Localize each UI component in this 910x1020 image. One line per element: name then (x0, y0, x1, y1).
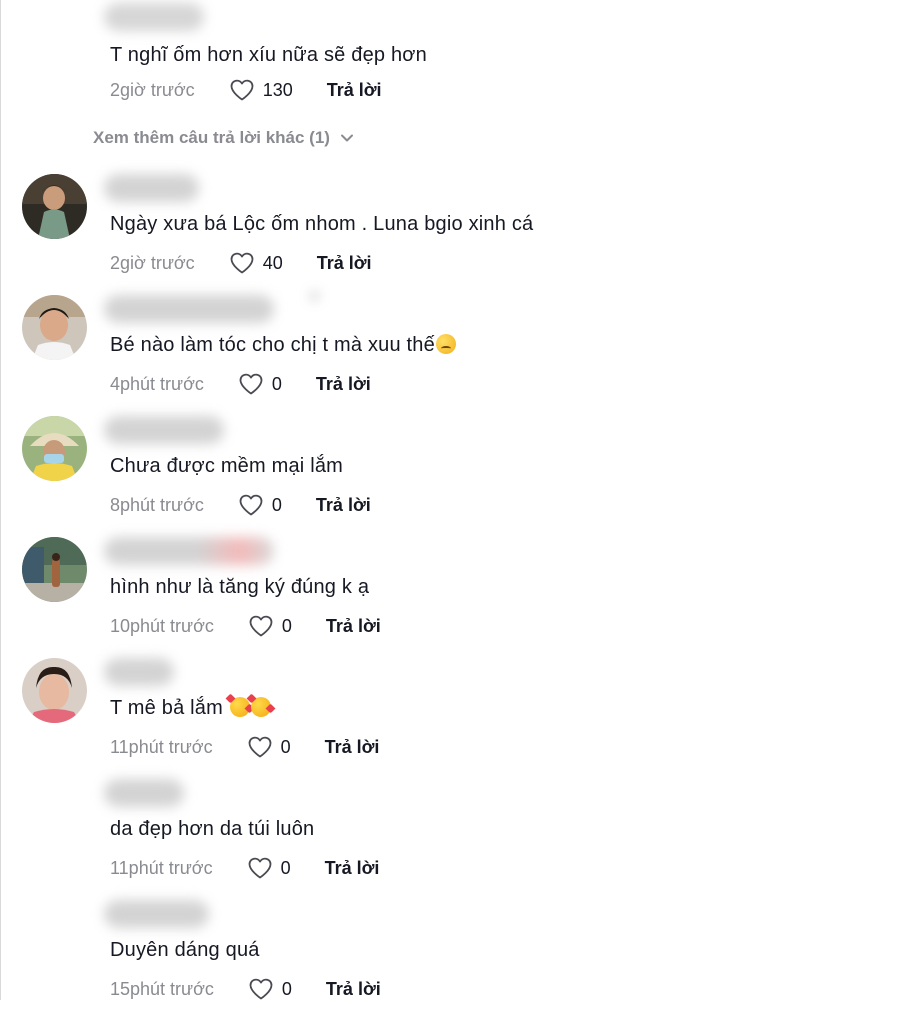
like-count: 40 (262, 252, 283, 273)
comment-time: 2giờ trước (110, 252, 195, 273)
chevron-down-icon[interactable] (330, 128, 354, 148)
username-blurred[interactable] (104, 900, 209, 928)
comment-item: Ngày xưa bá Lộc ốm nhom . Luna bgio xinh… (0, 174, 910, 294)
like-button[interactable]: 130 (229, 78, 293, 102)
view-more-replies-button[interactable]: Xem thêm câu trả lời khác (1) (93, 128, 354, 148)
comment-text: da đẹp hơn da túi luôn (110, 818, 315, 840)
comment-text: Duyên dáng quá (110, 939, 260, 961)
username-blurred[interactable] (104, 416, 224, 444)
comment-item: da đẹp hơn da túi luôn 11phút trước 0 Tr… (0, 779, 910, 899)
comment-item: T mê bả lắm 11phút trước 0 Trả lời (0, 658, 910, 778)
comment-meta: 8phút trước 0 Trả lời (110, 493, 371, 517)
reply-button[interactable]: Trả lời (317, 253, 372, 274)
view-more-replies-label: Xem thêm câu trả lời khác (1) (93, 128, 330, 147)
comment-meta: 15phút trước 0 Trả lời (110, 977, 381, 1001)
comment-item: T nghĩ ốm hơn xíu nữa sẽ đẹp hơn 2giờ tr… (0, 3, 910, 123)
reply-button[interactable]: Trả lời (325, 858, 380, 879)
comment-meta: 11phút trước 0 Trả lời (110, 735, 379, 759)
like-button[interactable]: 0 (248, 977, 292, 1001)
comment-meta: 10phút trước 0 Trả lời (110, 614, 381, 638)
comment-text: Bé nào làm tóc cho chị t mà xuu thế (110, 333, 456, 357)
heart-outline-icon[interactable] (238, 493, 264, 517)
heart-outline-icon[interactable] (247, 735, 273, 759)
heart-outline-icon[interactable] (238, 372, 264, 396)
comment-text: hình như là tăng ký đúng k ạ (110, 576, 370, 598)
like-button[interactable]: 0 (238, 493, 282, 517)
avatar[interactable] (22, 295, 87, 360)
like-count: 0 (271, 494, 282, 515)
username-blurred[interactable] (104, 3, 204, 31)
comment-item: Bé nào làm tóc cho chị t mà xuu thế 4phú… (0, 292, 910, 415)
like-button[interactable]: 0 (248, 614, 292, 638)
avatar[interactable] (22, 174, 87, 239)
like-count: 0 (280, 736, 291, 757)
like-button[interactable]: 40 (229, 251, 283, 275)
comment-time: 8phút trước (110, 494, 204, 515)
like-count: 0 (271, 373, 282, 394)
comment-text: Ngày xưa bá Lộc ốm nhom . Luna bgio xinh… (110, 213, 534, 235)
reply-button[interactable]: Trả lời (316, 495, 371, 516)
comment-meta: 2giờ trước 40 Trả lời (110, 251, 372, 275)
heart-outline-icon[interactable] (229, 251, 255, 275)
avatar[interactable] (22, 416, 87, 481)
username-blurred[interactable] (104, 537, 274, 565)
comment-item: Chưa được mềm mại lắm 8phút trước 0 Trả … (0, 416, 910, 536)
like-count: 0 (280, 857, 291, 878)
reply-button[interactable]: Trả lời (325, 737, 380, 758)
comment-text-content: T mê bả lắm (110, 697, 229, 719)
reply-button[interactable]: Trả lời (326, 979, 381, 1000)
comment-meta: 11phút trước 0 Trả lời (110, 856, 379, 880)
comment-time: 10phút trước (110, 615, 214, 636)
username-blurred[interactable] (104, 174, 199, 202)
comment-meta: 2giờ trước 130 Trả lời (110, 78, 382, 102)
comment-text: T mê bả lắm (110, 696, 271, 720)
avatar[interactable] (22, 537, 87, 602)
comment-time: 11phút trước (110, 857, 213, 878)
heart-outline-icon[interactable] (229, 78, 255, 102)
username-blurred[interactable] (104, 658, 174, 686)
comment-item: Duyên dáng quá 15phút trước 0 Trả lời (0, 900, 910, 1020)
smiling-face-with-hearts-emoji (229, 697, 250, 717)
username-blurred[interactable] (104, 292, 318, 323)
smiling-face-with-hearts-emoji (250, 697, 271, 717)
like-count: 0 (281, 978, 292, 999)
comment-text: T nghĩ ốm hơn xíu nữa sẽ đẹp hơn (110, 44, 427, 66)
like-count: 0 (281, 615, 292, 636)
username-blurred[interactable] (104, 779, 184, 807)
comment-text: Chưa được mềm mại lắm (110, 455, 344, 477)
sad-face-emoji (435, 334, 456, 354)
reply-button[interactable]: Trả lời (316, 374, 371, 395)
comment-text-content: Bé nào làm tóc cho chị t mà xuu thế (110, 334, 435, 356)
reply-button[interactable]: Trả lời (327, 80, 382, 101)
comment-meta: 4phút trước 0 Trả lời (110, 372, 371, 396)
heart-outline-icon[interactable] (247, 856, 273, 880)
reply-button[interactable]: Trả lời (326, 616, 381, 637)
comment-time: 4phút trước (110, 373, 204, 394)
comment-time: 11phút trước (110, 736, 213, 757)
like-button[interactable]: 0 (247, 856, 291, 880)
heart-outline-icon[interactable] (248, 977, 274, 1001)
avatar[interactable] (22, 658, 87, 723)
comment-item: hình như là tăng ký đúng k ạ 10phút trướ… (0, 537, 910, 657)
comment-time: 2giờ trước (110, 79, 195, 100)
comment-time: 15phút trước (110, 978, 214, 999)
heart-outline-icon[interactable] (248, 614, 274, 638)
like-count: 130 (262, 79, 293, 100)
like-button[interactable]: 0 (238, 372, 282, 396)
like-button[interactable]: 0 (247, 735, 291, 759)
